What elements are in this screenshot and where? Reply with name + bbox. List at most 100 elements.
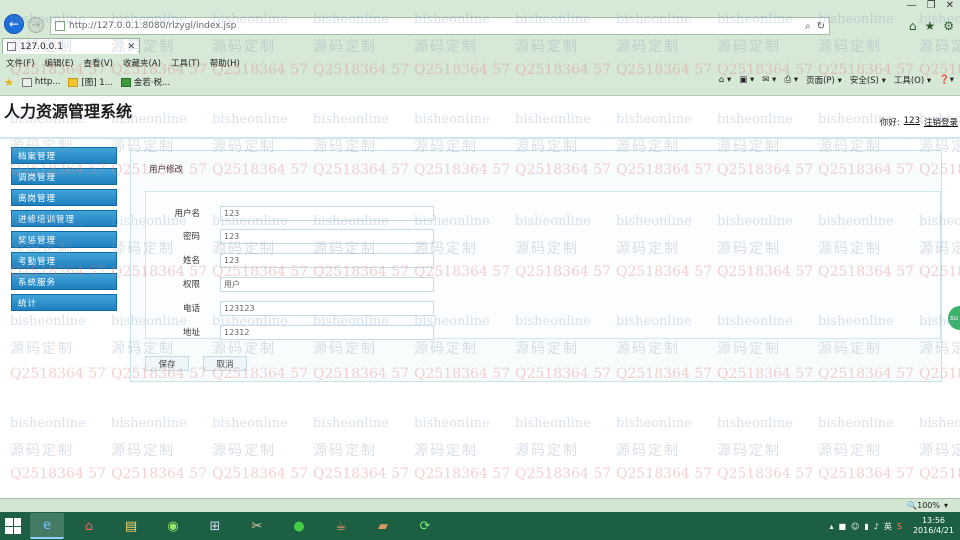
favorite-page-icon <box>21 77 32 87</box>
sidebar: 档案管理 调岗管理 离岗管理 进修培训管理 奖惩管理 考勤管理 系统服务 统计 <box>11 147 117 315</box>
clock[interactable]: 13:56 2016/4/21 <box>913 516 954 536</box>
back-button[interactable]: ← <box>4 14 24 34</box>
favorites-star-icon[interactable]: ★ <box>924 19 935 33</box>
main-panel: 用户修改 用户名 123 密码 123 姓名 123 权限 用户 电话 1231… <box>130 150 942 382</box>
tools-taskbar-icon[interactable]: ✂ <box>240 513 274 539</box>
panel-heading: 用户修改 <box>149 165 184 175</box>
start-button[interactable] <box>0 512 26 540</box>
app-title: 人力资源管理系统 <box>4 102 133 121</box>
form-row: 姓名 123 <box>146 252 434 268</box>
sogou-icon[interactable]: S <box>897 522 902 531</box>
favorites-icon[interactable]: ★ <box>4 76 14 89</box>
zoom-level[interactable]: 100% <box>917 501 940 510</box>
ime-indicator[interactable]: 英 <box>884 521 892 532</box>
menu-tools[interactable]: 工具(T) <box>171 57 200 69</box>
favorite-item[interactable]: 金若·税... <box>120 76 171 88</box>
home-icon[interactable]: ⌂ <box>909 19 917 33</box>
tab-title: 127.0.0.1 <box>20 41 63 52</box>
address-tools: ⌕ ↻ <box>805 18 825 34</box>
tools-menu[interactable]: 工具(O) ▾ <box>894 74 931 86</box>
address-bar[interactable]: http://127.0.0.1:8080/rlzygl/index.jsp ⌕… <box>50 17 830 35</box>
sidebar-item-training[interactable]: 进修培训管理 <box>11 210 117 227</box>
menu-edit[interactable]: 编辑(E) <box>45 57 74 69</box>
network-taskbar-icon[interactable]: ⊞ <box>198 513 232 539</box>
browser-tab[interactable]: 127.0.0.1 ✕ <box>2 38 140 54</box>
favorite-item[interactable]: [图] 1... <box>68 76 113 88</box>
name-input[interactable]: 123 <box>220 252 434 268</box>
menu-view[interactable]: 查看(V) <box>84 57 113 69</box>
tray-app-icon[interactable]: ■ <box>838 522 846 531</box>
clock-date: 2016/4/21 <box>912 526 954 535</box>
ie-taskbar-icon[interactable]: e <box>30 513 64 539</box>
favorite-folder-icon <box>68 77 79 87</box>
field-label: 电话 <box>182 304 200 314</box>
print-icon[interactable]: ⎙ ▾ <box>784 75 798 85</box>
sidebar-item-archive[interactable]: 档案管理 <box>11 147 117 164</box>
page-menu[interactable]: 页面(P) ▾ <box>806 74 842 86</box>
windows-logo-icon <box>5 518 21 534</box>
feeds-icon[interactable]: ▣ ▾ <box>739 75 754 85</box>
field-label: 姓名 <box>182 256 200 266</box>
safety-menu[interactable]: 安全(S) ▾ <box>850 74 886 86</box>
java-taskbar-icon[interactable]: ☕ <box>324 513 358 539</box>
cancel-button[interactable]: 取消 <box>203 356 247 371</box>
field-label: 地址 <box>182 328 200 338</box>
sidebar-item-rewards[interactable]: 奖惩管理 <box>11 231 117 248</box>
window-controls: — ❐ ✕ <box>907 0 954 11</box>
close-icon[interactable]: ✕ <box>946 0 954 11</box>
app-taskbar-icon[interactable]: ◉ <box>156 513 190 539</box>
explorer-taskbar-icon[interactable]: ▤ <box>114 513 148 539</box>
sidebar-item-leave[interactable]: 离岗管理 <box>11 189 117 206</box>
logout-link[interactable]: 注销登录 <box>924 116 958 128</box>
help-icon[interactable]: ❓▾ <box>939 75 954 85</box>
book-taskbar-icon[interactable]: ▰ <box>366 513 400 539</box>
web-page: 人力资源管理系统 你好: 123 注销登录 档案管理 调岗管理 离岗管理 进修培… <box>0 96 960 498</box>
field-label: 权限 <box>182 280 200 290</box>
favorite-label: [图] 1... <box>81 78 113 88</box>
restore-icon[interactable]: ❐ <box>927 0 936 11</box>
refresh-taskbar-icon[interactable]: ⟳ <box>408 513 442 539</box>
refresh-icon[interactable]: ↻ <box>817 21 825 32</box>
password-input[interactable]: 123 <box>220 228 434 244</box>
sidebar-item-system[interactable]: 系统服务 <box>11 273 117 290</box>
favorite-item[interactable]: http... <box>21 77 60 87</box>
sidebar-item-transfer[interactable]: 调岗管理 <box>11 168 117 185</box>
clock-time: 13:56 <box>921 516 946 525</box>
permission-input[interactable]: 用户 <box>220 276 434 292</box>
save-button[interactable]: 保存 <box>145 356 189 371</box>
green-app-taskbar-icon[interactable]: ● <box>282 513 316 539</box>
tab-close-icon[interactable]: ✕ <box>127 42 135 52</box>
mail-icon[interactable]: ✉ ▾ <box>762 75 776 85</box>
search-icon[interactable]: ⌕ <box>805 21 811 32</box>
sidebar-item-statistics[interactable]: 统计 <box>11 294 117 311</box>
tab-icon <box>7 42 16 51</box>
menu-favorites[interactable]: 收藏夹(A) <box>123 57 161 69</box>
store-taskbar-icon[interactable]: ⌂ <box>72 513 106 539</box>
sidebar-item-attendance[interactable]: 考勤管理 <box>11 252 117 269</box>
command-bar: ⌂ ▾ ▣ ▾ ✉ ▾ ⎙ ▾ 页面(P) ▾ 安全(S) ▾ 工具(O) ▾ … <box>719 74 954 86</box>
system-tray: ▴ ■ ☺ ▮ ♪ 英 S 13:56 2016/4/21 <box>829 516 960 536</box>
tray-arrow-icon[interactable]: ▴ <box>829 522 833 531</box>
zoom-dropdown-icon[interactable]: ▾ <box>944 501 948 510</box>
phone-input[interactable]: 123123 <box>220 300 434 316</box>
network-icon[interactable]: ▮ <box>864 522 868 531</box>
tray-user-icon[interactable]: ☺ <box>851 522 859 531</box>
status-bar: 🔍 100% ▾ <box>0 498 960 512</box>
favorite-page-icon <box>120 77 131 87</box>
address-url[interactable]: http://127.0.0.1:8080/rlzygl/index.jsp <box>69 21 236 31</box>
floating-chat-icon[interactable]: su <box>948 306 960 330</box>
page-icon <box>55 21 65 31</box>
settings-gear-icon[interactable]: ⚙ <box>943 19 954 33</box>
favorite-label: 金若·税... <box>133 78 171 88</box>
forward-button[interactable]: → <box>28 17 44 33</box>
taskbar: e ⌂ ▤ ◉ ⊞ ✂ ● ☕ ▰ ⟳ ▴ ■ ☺ ▮ ♪ 英 S 13:56 … <box>0 512 960 540</box>
volume-icon[interactable]: ♪ <box>874 522 879 531</box>
minimize-icon[interactable]: — <box>907 0 917 11</box>
menu-help[interactable]: 帮助(H) <box>210 57 240 69</box>
menu-file[interactable]: 文件(F) <box>6 57 35 69</box>
address-input[interactable]: 12312 <box>220 324 434 340</box>
username-link[interactable]: 123 <box>904 116 920 128</box>
zoom-icon[interactable]: 🔍 <box>907 501 917 510</box>
home-cmd-icon[interactable]: ⌂ ▾ <box>719 75 731 85</box>
username-input[interactable]: 123 <box>220 205 434 221</box>
